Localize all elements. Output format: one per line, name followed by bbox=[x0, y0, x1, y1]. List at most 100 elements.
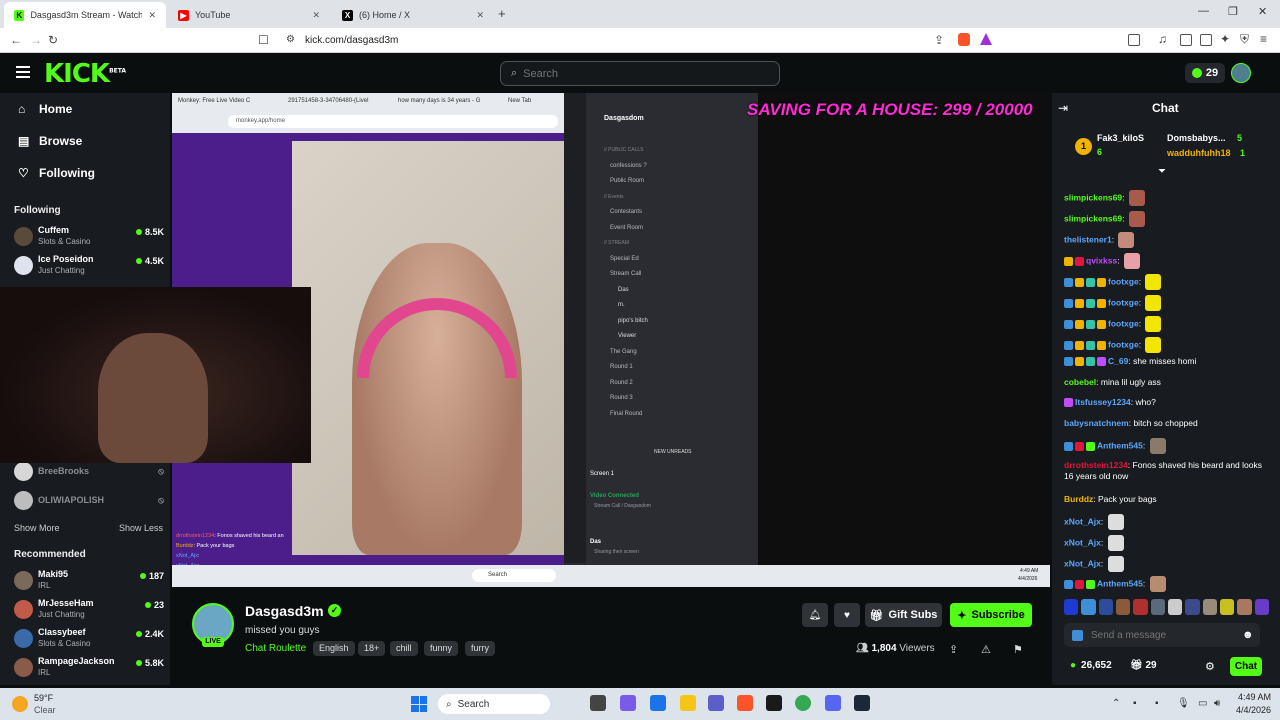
collapse-chat-icon[interactable]: ⇥ bbox=[1058, 101, 1068, 115]
steam-icon[interactable] bbox=[854, 695, 870, 711]
chat-emote-icon[interactable] bbox=[1145, 337, 1162, 353]
chat-badge-icon[interactable] bbox=[1086, 319, 1095, 329]
emote-icon[interactable] bbox=[1098, 599, 1113, 615]
stream-tag[interactable]: furry bbox=[465, 641, 495, 656]
tab-youtube[interactable]: ▶ YouTube ✕ bbox=[168, 2, 330, 28]
streamer-name[interactable]: Dasgasd3m bbox=[245, 603, 324, 619]
taskbar-clock[interactable]: 4:49 AM bbox=[1238, 692, 1271, 702]
gift-subs-button[interactable]: 🎁︎ Gift Subs bbox=[865, 603, 942, 627]
top-gifter-name[interactable]: wadduhfuhh18 bbox=[1167, 148, 1231, 158]
chat-emote-icon[interactable] bbox=[1128, 211, 1145, 227]
stream-tag[interactable]: chill bbox=[390, 641, 418, 656]
chat-badge-icon[interactable] bbox=[1075, 319, 1084, 329]
discord-icon[interactable] bbox=[825, 695, 841, 711]
chat-badge-icon[interactable] bbox=[1064, 298, 1073, 308]
chat-badge-icon[interactable] bbox=[1064, 579, 1073, 589]
close-tab-icon[interactable]: ✕ bbox=[476, 10, 484, 21]
top-gifter-name[interactable]: Fak3_kiloS bbox=[1097, 133, 1144, 143]
tab-kick[interactable]: K Dasgasd3m Stream - Watch L ✕ bbox=[4, 2, 166, 28]
hamburger-menu-icon[interactable] bbox=[16, 66, 30, 78]
taskbar-date[interactable]: 4/4/2026 bbox=[1236, 705, 1271, 715]
chat-badge-icon[interactable] bbox=[1064, 319, 1073, 329]
tab-x[interactable]: X (6) Home / X ✕ bbox=[332, 2, 494, 28]
chat-emote-icon[interactable] bbox=[1149, 438, 1166, 454]
recommended-channel[interactable]: MrJesseHam Just Chatting 23 bbox=[14, 598, 164, 622]
chat-badge-icon[interactable] bbox=[1064, 256, 1073, 266]
chat-badge-icon[interactable] bbox=[1064, 277, 1073, 287]
emote-icon[interactable] bbox=[1115, 599, 1131, 615]
back-icon[interactable]: ← bbox=[10, 33, 22, 47]
chat-badge-icon[interactable] bbox=[1097, 277, 1106, 287]
brave-shield-icon[interactable] bbox=[958, 33, 970, 46]
menu-icon[interactable]: ≡ bbox=[1260, 32, 1267, 46]
chat-badge-icon[interactable] bbox=[1086, 579, 1095, 589]
chat-badge-icon[interactable] bbox=[1064, 441, 1073, 451]
chrome-icon[interactable] bbox=[795, 695, 811, 711]
chat-badge-icon[interactable] bbox=[1086, 277, 1095, 287]
share-icon[interactable]: ⇪ bbox=[934, 33, 944, 47]
chat-badge-icon[interactable] bbox=[1075, 298, 1084, 308]
chat-badge-icon[interactable] bbox=[1075, 340, 1084, 350]
close-window-icon[interactable]: ✕ bbox=[1258, 5, 1267, 18]
subscribe-button[interactable]: ✦ Subscribe bbox=[950, 603, 1032, 627]
chat-username[interactable]: slimpickens69 bbox=[1064, 213, 1122, 223]
leo-icon[interactable]: ✦ bbox=[1220, 32, 1230, 46]
nav-home[interactable]: ⌂ Home bbox=[18, 102, 72, 116]
file-explorer-icon[interactable] bbox=[680, 695, 696, 711]
task-view-icon[interactable] bbox=[590, 695, 606, 711]
follow-button[interactable]: ♥ bbox=[834, 603, 860, 627]
chat-badge-icon[interactable] bbox=[1086, 441, 1095, 451]
search-input[interactable] bbox=[523, 67, 744, 80]
windows-start-icon[interactable] bbox=[411, 696, 427, 712]
chat-badge-icon[interactable] bbox=[1086, 298, 1095, 308]
url-field[interactable]: kick.com/dasgasd3m bbox=[305, 35, 398, 46]
restore-icon[interactable]: ❐ bbox=[1228, 5, 1238, 18]
chat-username[interactable]: thelistener1 bbox=[1064, 234, 1112, 244]
emote-icon[interactable] bbox=[1254, 599, 1269, 615]
brave-rewards-icon[interactable] bbox=[980, 33, 992, 45]
chat-badge-icon[interactable] bbox=[1086, 357, 1095, 367]
emote-icon[interactable] bbox=[1237, 599, 1252, 615]
notification-bell-button[interactable]: 🔔︎ bbox=[802, 603, 828, 627]
chat-settings-icon[interactable]: ⚙ bbox=[1205, 660, 1215, 673]
teams-icon[interactable] bbox=[708, 695, 724, 711]
chat-username[interactable]: footxge bbox=[1108, 318, 1139, 328]
stream-tag[interactable]: English bbox=[313, 641, 355, 656]
share-icon[interactable]: ⇪ bbox=[949, 643, 958, 656]
stream-tag[interactable]: 18+ bbox=[358, 641, 386, 656]
following-channel[interactable]: Ice Poseidon Just Chatting 4.5K bbox=[14, 254, 164, 278]
weather-moon-icon[interactable] bbox=[12, 696, 28, 712]
microphone-icon[interactable]: 🎙︎ bbox=[1177, 698, 1190, 709]
nav-browse[interactable]: ▤ Browse bbox=[18, 134, 82, 148]
search-bar[interactable]: ⌕ bbox=[500, 61, 780, 86]
sidebar-toggle-icon[interactable] bbox=[1180, 34, 1192, 46]
chat-emote-icon[interactable] bbox=[1107, 556, 1124, 572]
chat-badge-icon[interactable] bbox=[1064, 340, 1073, 350]
chat-username[interactable]: xNot_Ajx bbox=[1064, 537, 1101, 547]
chat-username[interactable]: Anthem545 bbox=[1097, 578, 1143, 588]
emote-icon[interactable] bbox=[1064, 599, 1079, 615]
chat-username[interactable]: drrothstein1234 bbox=[1064, 460, 1128, 470]
tab-search-icon[interactable] bbox=[1128, 34, 1140, 46]
emote-icon[interactable] bbox=[1202, 599, 1217, 615]
tray-chevron-icon[interactable]: ⌃ bbox=[1112, 698, 1120, 709]
chat-username[interactable]: slimpickens69 bbox=[1064, 192, 1122, 202]
copilot-icon[interactable] bbox=[620, 695, 636, 711]
offline-channel[interactable]: BreeBrooks ⦸ bbox=[14, 460, 164, 484]
brave-icon[interactable] bbox=[737, 695, 753, 711]
chat-badge-icon[interactable] bbox=[1097, 319, 1106, 329]
chat-emote-icon[interactable] bbox=[1123, 253, 1140, 269]
forward-icon[interactable]: → bbox=[30, 33, 42, 47]
show-more-button[interactable]: Show More bbox=[14, 523, 60, 533]
chat-emote-icon[interactable] bbox=[1128, 190, 1145, 206]
emote-icon[interactable] bbox=[1167, 599, 1183, 615]
network-icon[interactable]: ▭ bbox=[1198, 698, 1207, 709]
chat-badge-icon[interactable] bbox=[1064, 357, 1073, 367]
recommended-channel[interactable]: Classybeef Slots & Casino 2.4K bbox=[14, 627, 164, 651]
volume-icon[interactable]: 🔊︎ bbox=[1214, 698, 1220, 709]
chat-emote-icon[interactable] bbox=[1107, 514, 1124, 530]
chat-badge-icon[interactable] bbox=[1075, 441, 1084, 451]
nav-following[interactable]: ♡ Following bbox=[18, 166, 95, 180]
tray-app-icon[interactable]: ▪ bbox=[1133, 698, 1137, 709]
recommended-channel[interactable]: RampageJackson IRL 5.8K bbox=[14, 656, 164, 680]
